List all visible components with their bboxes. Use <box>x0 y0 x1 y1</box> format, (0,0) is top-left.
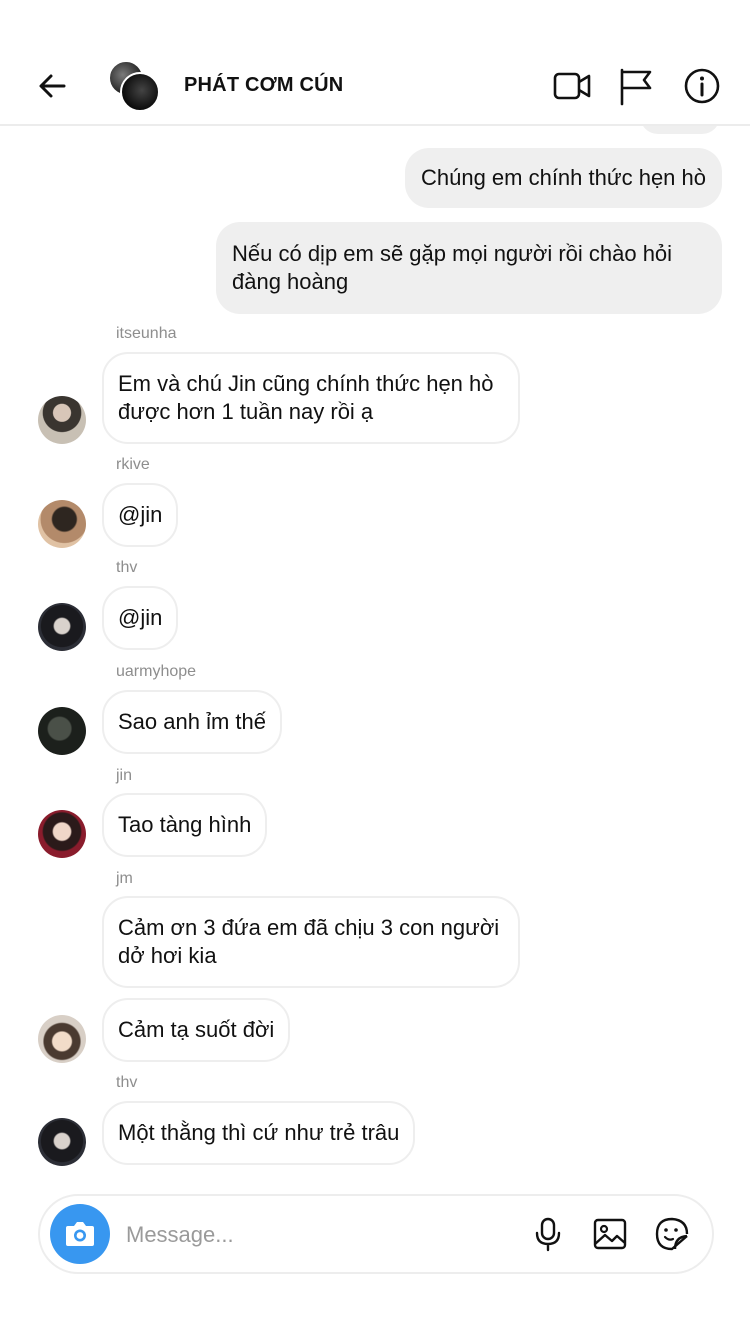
outgoing-message[interactable]: Chúng em chính thức hẹn hò <box>404 148 722 208</box>
avatar[interactable] <box>38 707 86 755</box>
video-call-icon[interactable] <box>552 66 592 106</box>
sender-name: itseunha <box>116 325 177 342</box>
sender-name: uarmyhope <box>116 663 197 680</box>
incoming-message[interactable]: Một thằng thì cứ như trẻ trâu <box>102 1101 416 1165</box>
chat-title[interactable]: PHÁT CƠM CÚN <box>184 74 343 97</box>
outgoing-message[interactable]: Nếu có dịp em sẽ gặp mọi người rồi chào … <box>216 222 722 314</box>
sender-name: jm <box>116 870 133 887</box>
sender-name: thv <box>116 1074 138 1091</box>
avatar[interactable] <box>38 396 86 444</box>
incoming-message[interactable]: @jin <box>102 483 179 547</box>
scroll-fade <box>100 1172 260 1186</box>
info-icon[interactable] <box>682 66 722 106</box>
group-avatar[interactable] <box>108 60 162 112</box>
avatar[interactable] <box>38 810 86 858</box>
incoming-message[interactable]: Cảm ơn 3 đứa em đã chịu 3 con người dở h… <box>102 896 520 988</box>
incoming-message[interactable]: Sao anh ỉm thế <box>102 690 282 754</box>
incoming-message[interactable]: Cảm tạ suốt đời <box>102 998 291 1062</box>
message-composer: Message... <box>38 1194 714 1274</box>
sticker-icon[interactable] <box>654 1216 690 1252</box>
incoming-message[interactable]: @jin <box>102 586 179 650</box>
microphone-icon[interactable] <box>530 1216 566 1252</box>
sender-name: jin <box>116 767 133 784</box>
message-input[interactable]: Message... <box>126 1222 234 1248</box>
sender-name: thv <box>116 559 138 576</box>
flag-icon[interactable] <box>616 66 656 106</box>
chat-header: PHÁT CƠM CÚN <box>0 44 750 126</box>
gallery-icon[interactable] <box>592 1216 628 1252</box>
avatar[interactable] <box>38 1015 86 1063</box>
incoming-message[interactable]: Em và chú Jin cũng chính thức hẹn hò đượ… <box>102 352 520 444</box>
camera-button[interactable] <box>50 1204 110 1264</box>
avatar[interactable] <box>38 603 86 651</box>
sender-name: rkive <box>116 456 150 473</box>
camera-icon <box>66 1222 94 1246</box>
avatar[interactable] <box>38 1118 86 1166</box>
incoming-message[interactable]: Tao tàng hình <box>102 793 268 857</box>
avatar[interactable] <box>38 500 86 548</box>
back-arrow-icon[interactable] <box>34 68 70 104</box>
